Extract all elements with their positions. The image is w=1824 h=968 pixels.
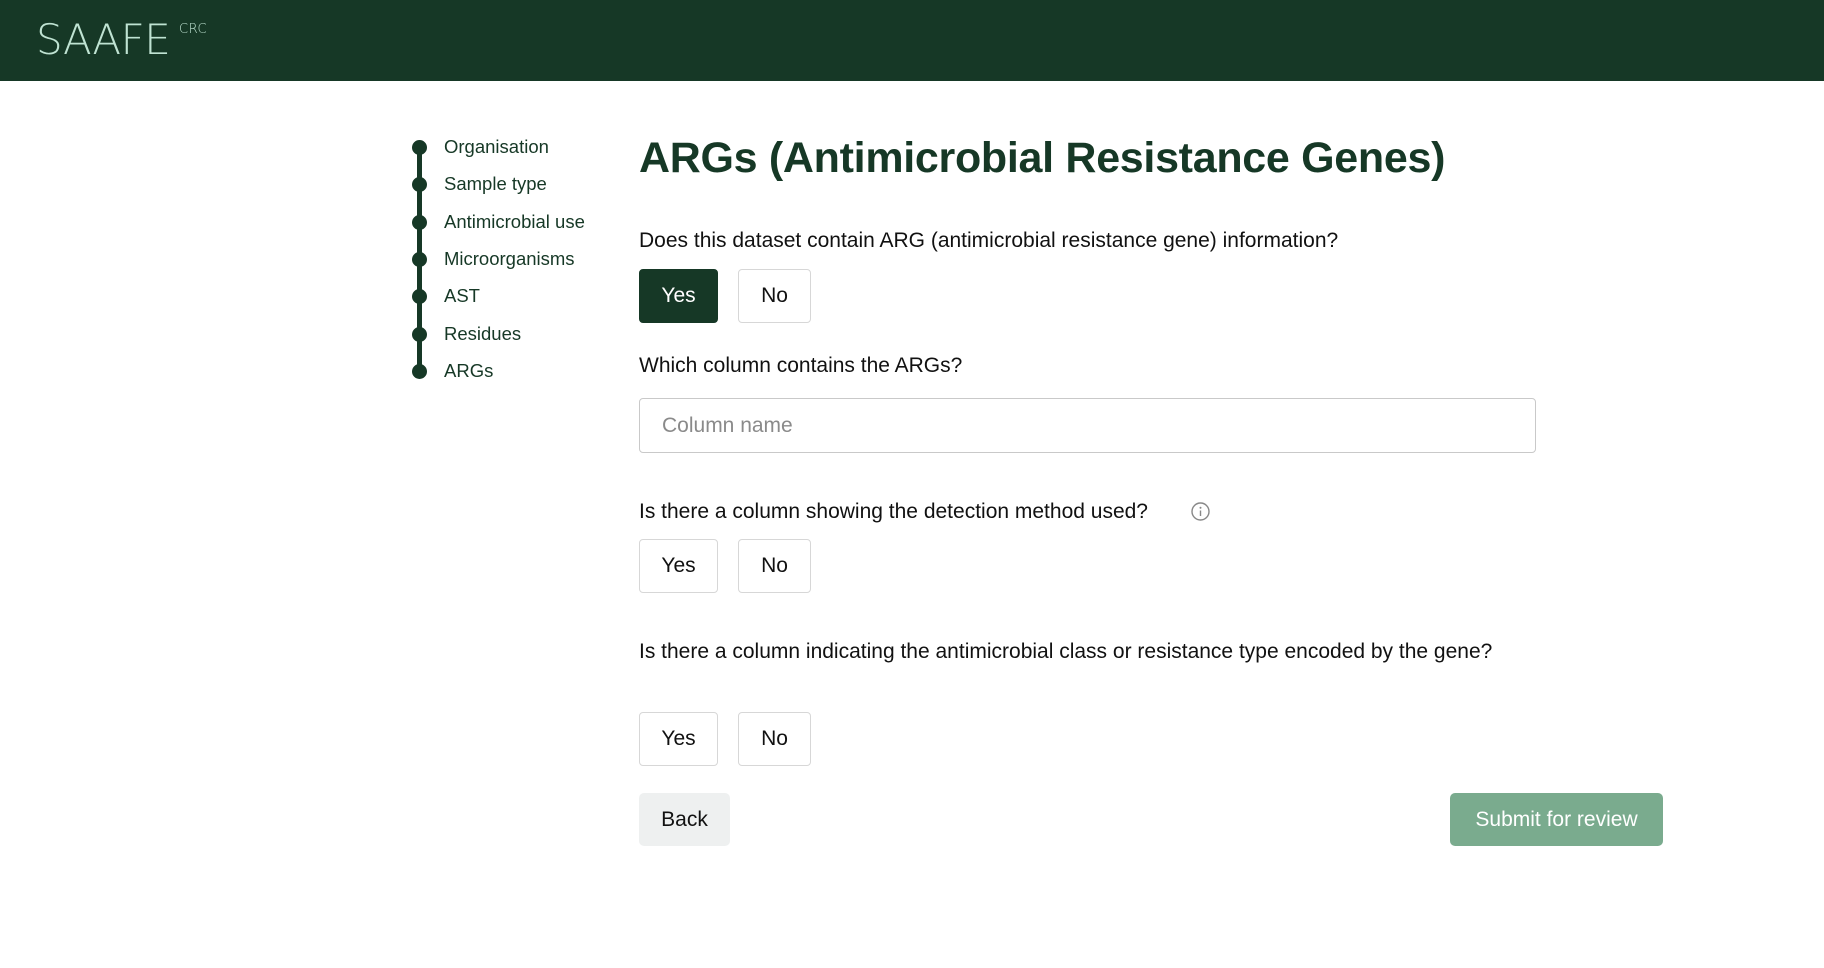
logo-text: SAAFE bbox=[36, 15, 171, 64]
step-dot bbox=[412, 177, 427, 192]
saafe-crc-logo[interactable]: SAAFE CRC bbox=[36, 15, 207, 64]
question-arg-column: Which column contains the ARGs? bbox=[639, 354, 963, 377]
contains-arg-no-button[interactable]: No bbox=[738, 269, 811, 323]
step-label: ARGs bbox=[444, 360, 494, 381]
arg-column-input[interactable] bbox=[639, 398, 1536, 453]
page-title: ARGs (Antimicrobial Resistance Genes) bbox=[639, 134, 1446, 182]
step-label: Antimicrobial use bbox=[444, 211, 585, 232]
step-dot bbox=[412, 289, 427, 304]
step-dot bbox=[412, 364, 427, 379]
detection-method-no-button[interactable]: No bbox=[738, 539, 811, 593]
step-dot bbox=[412, 252, 427, 267]
antimicrobial-class-no-button[interactable]: No bbox=[738, 712, 811, 766]
submit-for-review-button[interactable]: Submit for review bbox=[1450, 793, 1663, 846]
step-label: Microorganisms bbox=[444, 248, 575, 269]
step-label: Sample type bbox=[444, 173, 547, 194]
logo-superscript: CRC bbox=[179, 22, 208, 37]
question-antimicrobial-class: Is there a column indicating the antimic… bbox=[639, 640, 1493, 663]
question-contains-arg: Does this dataset contain ARG (antimicro… bbox=[639, 229, 1339, 252]
step-label: Residues bbox=[444, 323, 522, 344]
info-icon[interactable] bbox=[1191, 502, 1210, 521]
step-label: Organisation bbox=[444, 136, 549, 157]
step-dot bbox=[412, 327, 427, 342]
step-dot bbox=[412, 140, 427, 155]
top-bar: SAAFE CRC bbox=[0, 0, 1824, 81]
back-button[interactable]: Back bbox=[639, 793, 730, 846]
question-detection-method: Is there a column showing the detection … bbox=[639, 500, 1148, 523]
antimicrobial-class-yes-button[interactable]: Yes bbox=[639, 712, 718, 766]
step-dot bbox=[412, 215, 427, 230]
step-label: AST bbox=[444, 285, 480, 306]
contains-arg-yes-button[interactable]: Yes bbox=[639, 269, 718, 323]
detection-method-yes-button[interactable]: Yes bbox=[639, 539, 718, 593]
